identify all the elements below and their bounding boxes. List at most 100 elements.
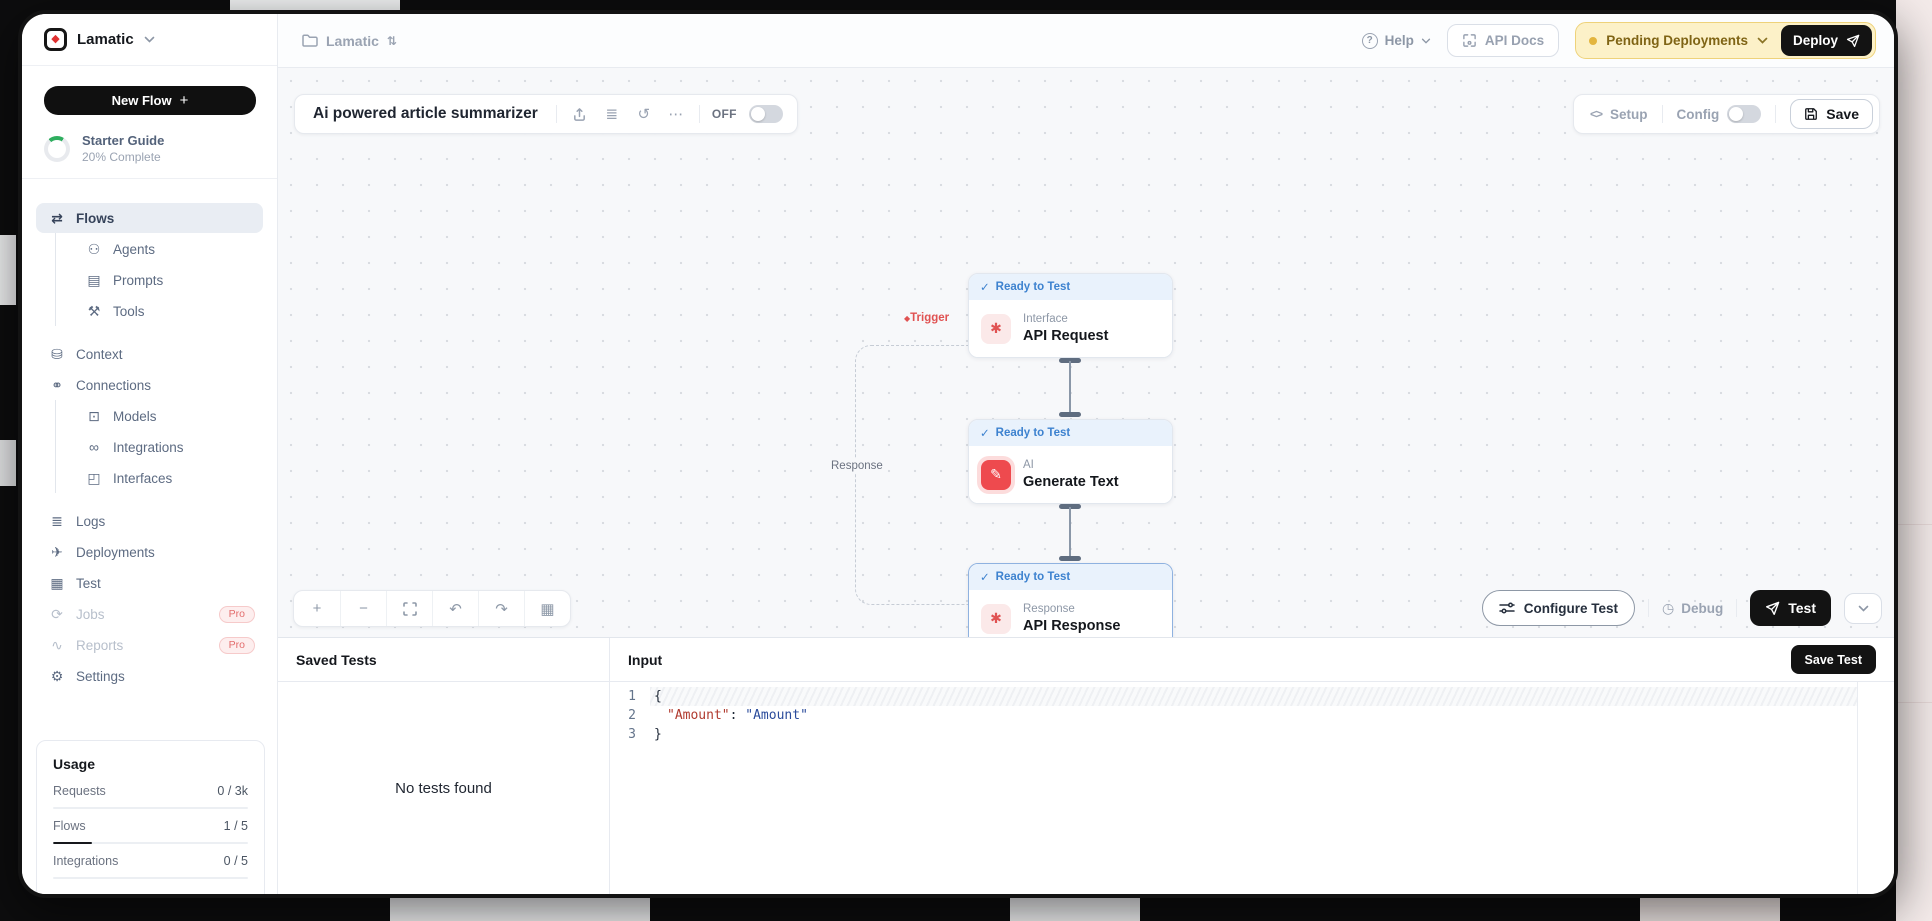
flow-enabled-label: OFF <box>712 107 737 121</box>
code-content: } <box>650 725 1858 744</box>
check-icon: ✓ <box>980 570 990 584</box>
config-control: Config <box>1677 105 1762 123</box>
history-icon[interactable]: ↺ <box>633 105 655 123</box>
flow-canvas[interactable]: Ai powered article summarizer ≣↺⋯ OFF <>… <box>278 68 1894 637</box>
model-icon: ⊡ <box>85 408 103 425</box>
lamatic-logo-icon: ◆ <box>44 28 67 51</box>
share-icon[interactable] <box>569 107 591 122</box>
api-docs-button[interactable]: API Docs <box>1447 24 1559 57</box>
node-status-bar: ✓ Ready to Test <box>969 420 1172 446</box>
sidebar-item-flows[interactable]: ⇄Flows <box>36 203 263 233</box>
chevron-down-icon <box>1858 605 1869 612</box>
edge-loop <box>855 345 968 605</box>
json-input-editor[interactable]: 1{2"Amount": "Amount"3} <box>610 682 1894 894</box>
divider <box>699 105 700 123</box>
save-test-button[interactable]: Save Test <box>1791 645 1876 674</box>
debug-button[interactable]: ◷ Debug <box>1662 600 1723 617</box>
config-toggle[interactable] <box>1727 105 1761 123</box>
progress-ring-icon <box>44 136 70 162</box>
sidebar-item-label: Integrations <box>113 440 184 455</box>
debug-label: Debug <box>1681 601 1723 616</box>
sidebar-item-jobs[interactable]: ⟳JobsPro <box>36 599 263 629</box>
new-flow-button[interactable]: New Flow + <box>44 86 256 115</box>
flow-title-card: Ai powered article summarizer ≣↺⋯ OFF <box>294 94 798 134</box>
node-title: API Response <box>1023 618 1121 634</box>
setup-button[interactable]: <> Setup <box>1590 107 1648 122</box>
sidebar-item-connections[interactable]: ⚭Connections <box>36 370 263 400</box>
node-api-request[interactable]: ✓ Ready to Test ✱ Interface API Request <box>968 273 1173 358</box>
code-line: 3} <box>610 725 1894 744</box>
paper-plane-icon <box>1846 34 1860 48</box>
pro-badge: Pro <box>219 606 255 623</box>
sidebar-item-tools[interactable]: ⚒Tools <box>36 296 263 326</box>
pending-status-dot-icon <box>1589 37 1597 45</box>
sidebar-item-interfaces[interactable]: ◰Interfaces <box>36 463 263 493</box>
project-selector[interactable]: Lamatic ⇅ <box>302 33 397 49</box>
zoom-out-icon: − <box>359 600 368 617</box>
pending-deployments-dropdown[interactable]: Pending Deployments Deploy <box>1575 22 1876 59</box>
saved-tests-title: Saved Tests <box>296 652 377 668</box>
flow-enabled-toggle[interactable] <box>749 105 783 123</box>
node-category: Interface <box>1023 313 1108 325</box>
sidebar-item-agents[interactable]: ⚇ Agents <box>36 234 263 264</box>
help-label: Help <box>1385 33 1414 48</box>
test-label: Test <box>1788 600 1816 616</box>
integration-icon: ∞ <box>85 439 103 455</box>
sidebar-item-label: Agents <box>113 242 155 257</box>
help-menu[interactable]: ? Help <box>1362 33 1431 49</box>
sidebar-item-prompts[interactable]: ▤Prompts <box>36 265 263 295</box>
prompt-icon: ▤ <box>85 272 103 289</box>
sidebar-item-logs[interactable]: ≣ Logs <box>36 506 263 536</box>
notes-button[interactable]: ▦ <box>524 591 570 626</box>
list-icon[interactable]: ≣ <box>601 105 623 123</box>
test-panel: Saved Tests No tests found Input Save Te… <box>278 637 1894 894</box>
check-icon: ✓ <box>980 280 990 294</box>
usage-title: Usage <box>53 756 248 772</box>
sidebar-item-label: Deployments <box>76 545 155 560</box>
sidebar-item-label: Tools <box>113 304 145 319</box>
node-api-response[interactable]: ✓ Ready to Test ✱ Response API Response <box>968 563 1173 637</box>
saved-tests-column: Saved Tests No tests found <box>278 638 610 894</box>
sidebar-item-label: Logs <box>76 514 105 529</box>
test-icon: ▦ <box>48 575 66 592</box>
deploy-button[interactable]: Deploy <box>1781 25 1872 56</box>
test-button[interactable]: Test <box>1750 590 1831 626</box>
agent-icon: ⚇ <box>85 241 103 258</box>
project-name: Lamatic <box>326 33 379 49</box>
more-icon[interactable]: ⋯ <box>665 105 687 123</box>
zoom-out-button[interactable]: − <box>340 591 386 626</box>
test-more-button[interactable] <box>1844 593 1882 624</box>
help-icon: ? <box>1362 33 1378 49</box>
sidebar-item-reports[interactable]: ∿ReportsPro <box>36 630 263 660</box>
fit-view-button[interactable] <box>386 591 432 626</box>
sidebar-item-deployments[interactable]: ✈Deployments <box>36 537 263 567</box>
sidebar-item-integrations[interactable]: ∞ Integrations <box>36 432 263 462</box>
screenshot-stage: ◆ Lamatic New Flow + Starter Guide 20% C… <box>0 0 1932 921</box>
sidebar-item-settings[interactable]: ⚙Settings <box>36 661 263 691</box>
logs-icon: ≣ <box>48 513 66 530</box>
setup-label: Setup <box>1610 107 1648 122</box>
undo-button[interactable]: ↶ <box>432 591 478 626</box>
workspace-switcher[interactable]: ◆ Lamatic <box>22 14 277 66</box>
input-title: Input <box>628 652 662 668</box>
interface-icon: ◰ <box>85 470 103 487</box>
sidebar-item-models[interactable]: ⊡Models <box>36 401 263 431</box>
save-button[interactable]: Save <box>1790 99 1873 129</box>
starter-guide-progress: 20% Complete <box>82 150 164 164</box>
node-status-bar: ✓ Ready to Test <box>969 564 1172 590</box>
connections-icon: ⚭ <box>48 377 66 394</box>
sidebar-item-context[interactable]: ⛁Context <box>36 339 263 369</box>
zoom-in-icon: + <box>313 600 322 617</box>
backdrop-fragment <box>1640 897 1780 921</box>
canvas-toolbar: + − ↶↷▦ <box>293 590 571 627</box>
node-generate-text[interactable]: ✓ Ready to Test ✎ AI Generate Text <box>968 419 1173 504</box>
sidebar-item-test[interactable]: ▦Test <box>36 568 263 598</box>
configure-test-button[interactable]: Configure Test <box>1482 590 1635 626</box>
redo-button[interactable]: ↷ <box>478 591 524 626</box>
divider <box>1648 599 1649 617</box>
zoom-in-button[interactable]: + <box>294 591 340 626</box>
new-flow-label: New Flow <box>112 93 172 108</box>
context-icon: ⛁ <box>48 346 66 363</box>
input-column: Input Save Test 1{2"Amount": "Amount"3} <box>610 638 1894 894</box>
starter-guide[interactable]: Starter Guide 20% Complete <box>44 133 255 164</box>
